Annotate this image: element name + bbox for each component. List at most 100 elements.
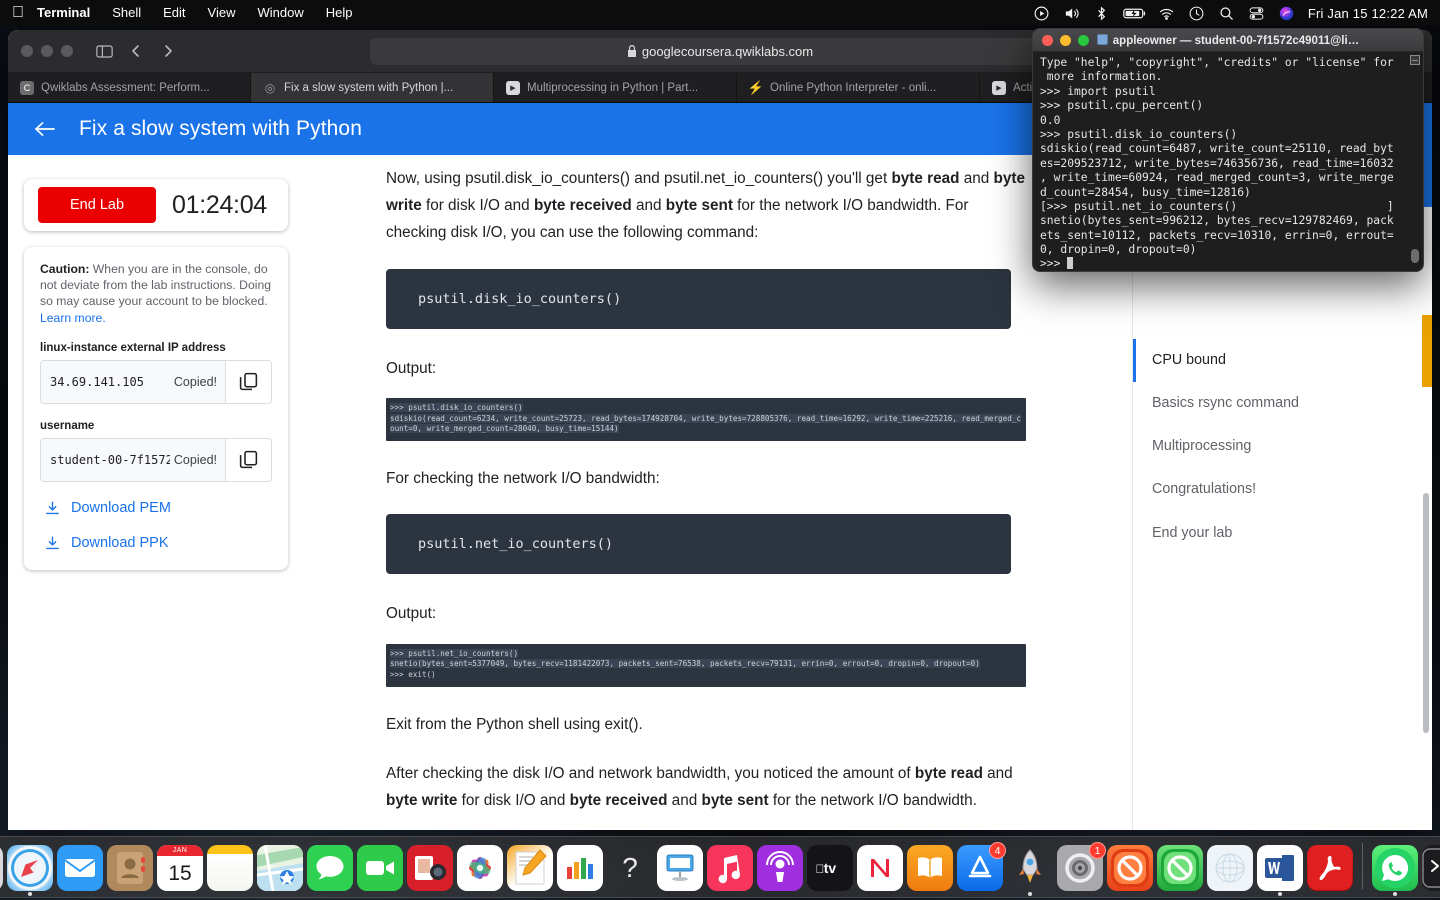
terminal-scrollbar-thumb[interactable]	[1411, 249, 1419, 263]
dock-item-maps[interactable]	[257, 845, 303, 891]
tab-fix-slow-system[interactable]: ◎ Fix a slow system with Python |...	[251, 73, 494, 102]
toc-item-cpu-bound[interactable]: CPU bound	[1133, 339, 1432, 383]
copy-icon	[238, 449, 259, 470]
siri-icon[interactable]	[1278, 5, 1295, 22]
dock-item-photos[interactable]	[457, 845, 503, 891]
sidebar-toggle-icon[interactable]	[91, 39, 117, 63]
dock-item-word[interactable]	[1257, 845, 1303, 896]
code-block-disk-io[interactable]: psutil.disk_io_counters()	[386, 268, 1011, 329]
dock-separator	[1362, 843, 1363, 889]
back-nav-icon[interactable]	[123, 39, 149, 63]
dock-item-blocker-green[interactable]	[1157, 845, 1203, 891]
code-block-net-io[interactable]: psutil.net_io_counters()	[386, 514, 1011, 575]
volume-icon[interactable]	[1063, 5, 1080, 22]
copy-username-button[interactable]	[225, 438, 271, 481]
terminal-window[interactable]: appleowner — student-00-7f1572c49011@li……	[1032, 28, 1424, 272]
toc-item-end-your-lab[interactable]: End your lab	[1133, 512, 1432, 555]
dock-item-photobooth[interactable]	[407, 845, 453, 891]
dock-item-calendar[interactable]: JAN 15	[157, 845, 203, 891]
safari-icon	[7, 845, 53, 891]
menu-window[interactable]: Window	[247, 0, 315, 26]
dock-item-pages[interactable]	[507, 845, 553, 891]
toc-item-congratulations[interactable]: Congratulations!	[1133, 468, 1432, 511]
news-icon	[857, 845, 903, 891]
dock-item-acrobat[interactable]	[1307, 845, 1353, 891]
ip-address-field[interactable]: 34.69.141.105 Copied!	[40, 359, 272, 404]
terminal-close-button[interactable]	[1042, 34, 1053, 46]
dock-item-keynote[interactable]	[657, 845, 703, 891]
minimize-window-button[interactable]	[41, 45, 53, 57]
dock-item-facetime[interactable]	[357, 845, 403, 891]
menu-terminal[interactable]: Terminal	[26, 0, 101, 26]
time-machine-icon[interactable]	[1188, 5, 1205, 22]
dock-item-unknown-app[interactable]: ?	[607, 845, 653, 891]
dock-item-notes[interactable]	[207, 845, 253, 891]
dock-item-system-settings[interactable]: 1	[1057, 842, 1106, 891]
terminal-scroll-topbox[interactable]	[1410, 55, 1420, 65]
dock-item-messages[interactable]	[307, 845, 353, 891]
tab-online-python-interpreter[interactable]: ⚡ Online Python Interpreter - onli...	[737, 73, 980, 102]
tab-qwiklabs-assessment[interactable]: C Qwiklabs Assessment: Perform...	[8, 73, 251, 102]
learn-more-link[interactable]: Learn more.	[40, 311, 106, 325]
zoom-window-button[interactable]	[61, 45, 73, 57]
username-field[interactable]: student-00-7f1572c49… Copied!	[40, 437, 272, 482]
dock-running-indicator	[1393, 892, 1397, 896]
forward-nav-icon[interactable]	[155, 39, 181, 63]
copy-icon	[238, 371, 259, 392]
dock-item-mesh-app[interactable]	[1207, 845, 1253, 891]
terminal-zoom-button[interactable]	[1078, 34, 1089, 46]
control-center-icon[interactable]	[1248, 5, 1265, 22]
ip-address-value: 34.69.141.105	[50, 374, 144, 389]
dock-item-appletv[interactable]: tv	[807, 845, 853, 891]
copy-ip-button[interactable]	[225, 360, 271, 403]
wifi-icon[interactable]	[1158, 5, 1175, 22]
menu-help[interactable]: Help	[315, 0, 364, 26]
page-scrollbar-thumb[interactable]	[1423, 493, 1429, 733]
download-pem-link[interactable]: Download PEM	[40, 500, 272, 517]
close-window-button[interactable]	[21, 45, 33, 57]
dock-item-mail[interactable]	[57, 845, 103, 891]
spotlight-search-icon[interactable]	[1218, 5, 1235, 22]
terminal-output[interactable]: Type "help", "copyright", "credits" or "…	[1033, 52, 1423, 271]
window-traffic-lights[interactable]	[8, 45, 73, 57]
arrow-left-icon[interactable]	[33, 119, 57, 139]
menu-edit[interactable]: Edit	[152, 0, 196, 26]
dock-item-contacts[interactable]	[107, 845, 153, 891]
dock-item-terminal[interactable]	[1422, 845, 1440, 891]
dock-item-whatsapp[interactable]	[1372, 845, 1418, 896]
bluetooth-icon[interactable]	[1093, 5, 1110, 22]
toc-item-multiprocessing[interactable]: Multiprocessing	[1133, 425, 1432, 468]
menubar-clock[interactable]: Fri Jan 15 12:22 AM	[1308, 6, 1428, 21]
text-bold: byte sent	[701, 792, 769, 810]
screen-record-icon[interactable]	[1033, 5, 1050, 22]
terminal-titlebar[interactable]: appleowner — student-00-7f1572c49011@li…	[1033, 29, 1423, 52]
photos-icon	[457, 845, 503, 891]
dock-item-blocker-red[interactable]	[1107, 845, 1153, 891]
toc-item-basics-rsync-command[interactable]: Basics rsync command	[1133, 382, 1432, 425]
macos-dock[interactable]: JAN15? tv 4 1	[0, 836, 1440, 898]
tab-label: Online Python Interpreter - onli...	[770, 81, 937, 94]
tab-multiprocessing-python[interactable]: ▶ Multiprocessing in Python | Part...	[494, 73, 737, 102]
text-bold: byte read	[914, 765, 983, 783]
end-lab-button[interactable]: End Lab	[38, 187, 156, 223]
menu-shell[interactable]: Shell	[101, 0, 152, 26]
dock-item-news[interactable]	[857, 845, 903, 891]
terminal-scrollbar[interactable]	[1409, 53, 1421, 269]
dock-item-numbers[interactable]	[557, 845, 603, 891]
dock-item-safari[interactable]	[7, 845, 53, 896]
address-bar[interactable]: googlecoursera.qwiklabs.com	[370, 37, 1070, 65]
lab-countdown-timer: 01:24:04	[172, 190, 267, 219]
dock-item-podcasts[interactable]	[757, 845, 803, 891]
dock-running-indicator	[1028, 892, 1032, 896]
dock-item-xcode-rocket[interactable]	[1007, 845, 1053, 896]
dock-item-music[interactable]	[707, 845, 753, 891]
download-ppk-link[interactable]: Download PPK	[40, 535, 272, 552]
menu-view[interactable]: View	[197, 0, 247, 26]
battery-charging-icon[interactable]	[1123, 5, 1145, 22]
dock-item-launchpad[interactable]	[0, 845, 3, 891]
calendar-icon: JAN 15	[157, 845, 203, 891]
dock-item-app-store[interactable]: 4	[957, 842, 1006, 891]
apple-logo-icon[interactable]: 	[10, 0, 26, 26]
dock-item-books[interactable]	[907, 845, 953, 891]
terminal-minimize-button[interactable]	[1060, 34, 1071, 46]
